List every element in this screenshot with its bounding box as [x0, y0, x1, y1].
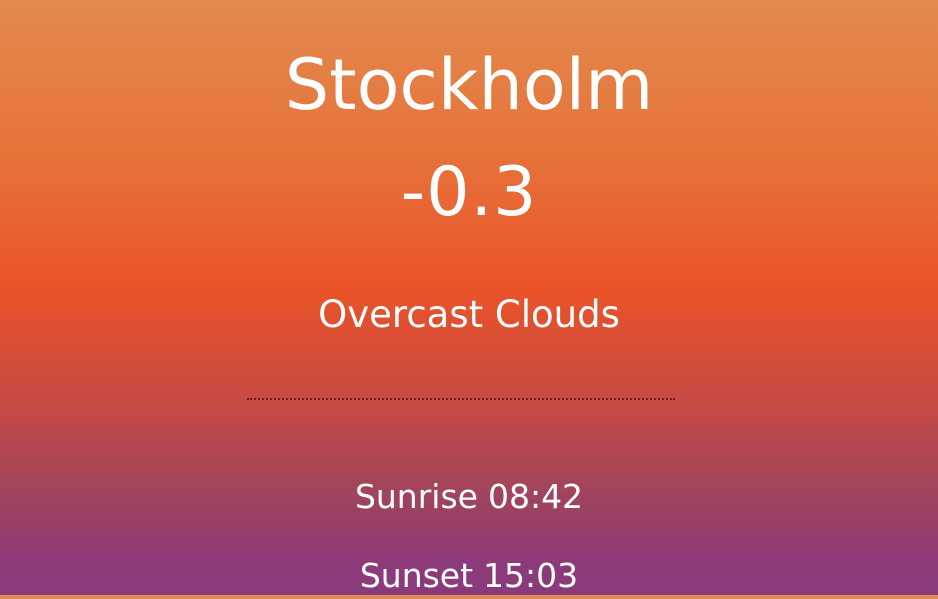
weather-card: Stockholm -0.3 Overcast Clouds Sunrise 08…	[0, 0, 938, 595]
dotted-divider	[247, 398, 675, 400]
sunrise-time: 08:42	[487, 477, 584, 516]
sunrise-row: Sunrise 08:42	[0, 474, 938, 520]
weather-description: Overcast Clouds	[318, 293, 620, 336]
city-name: Stockholm	[284, 43, 654, 126]
sunset-label: Sunset	[359, 556, 474, 595]
sunset-row: Sunset 15:03	[0, 553, 938, 599]
sunrise-label: Sunrise	[354, 477, 478, 516]
sunset-time: 15:03	[483, 556, 579, 595]
temperature-value: -0.3	[400, 153, 538, 232]
